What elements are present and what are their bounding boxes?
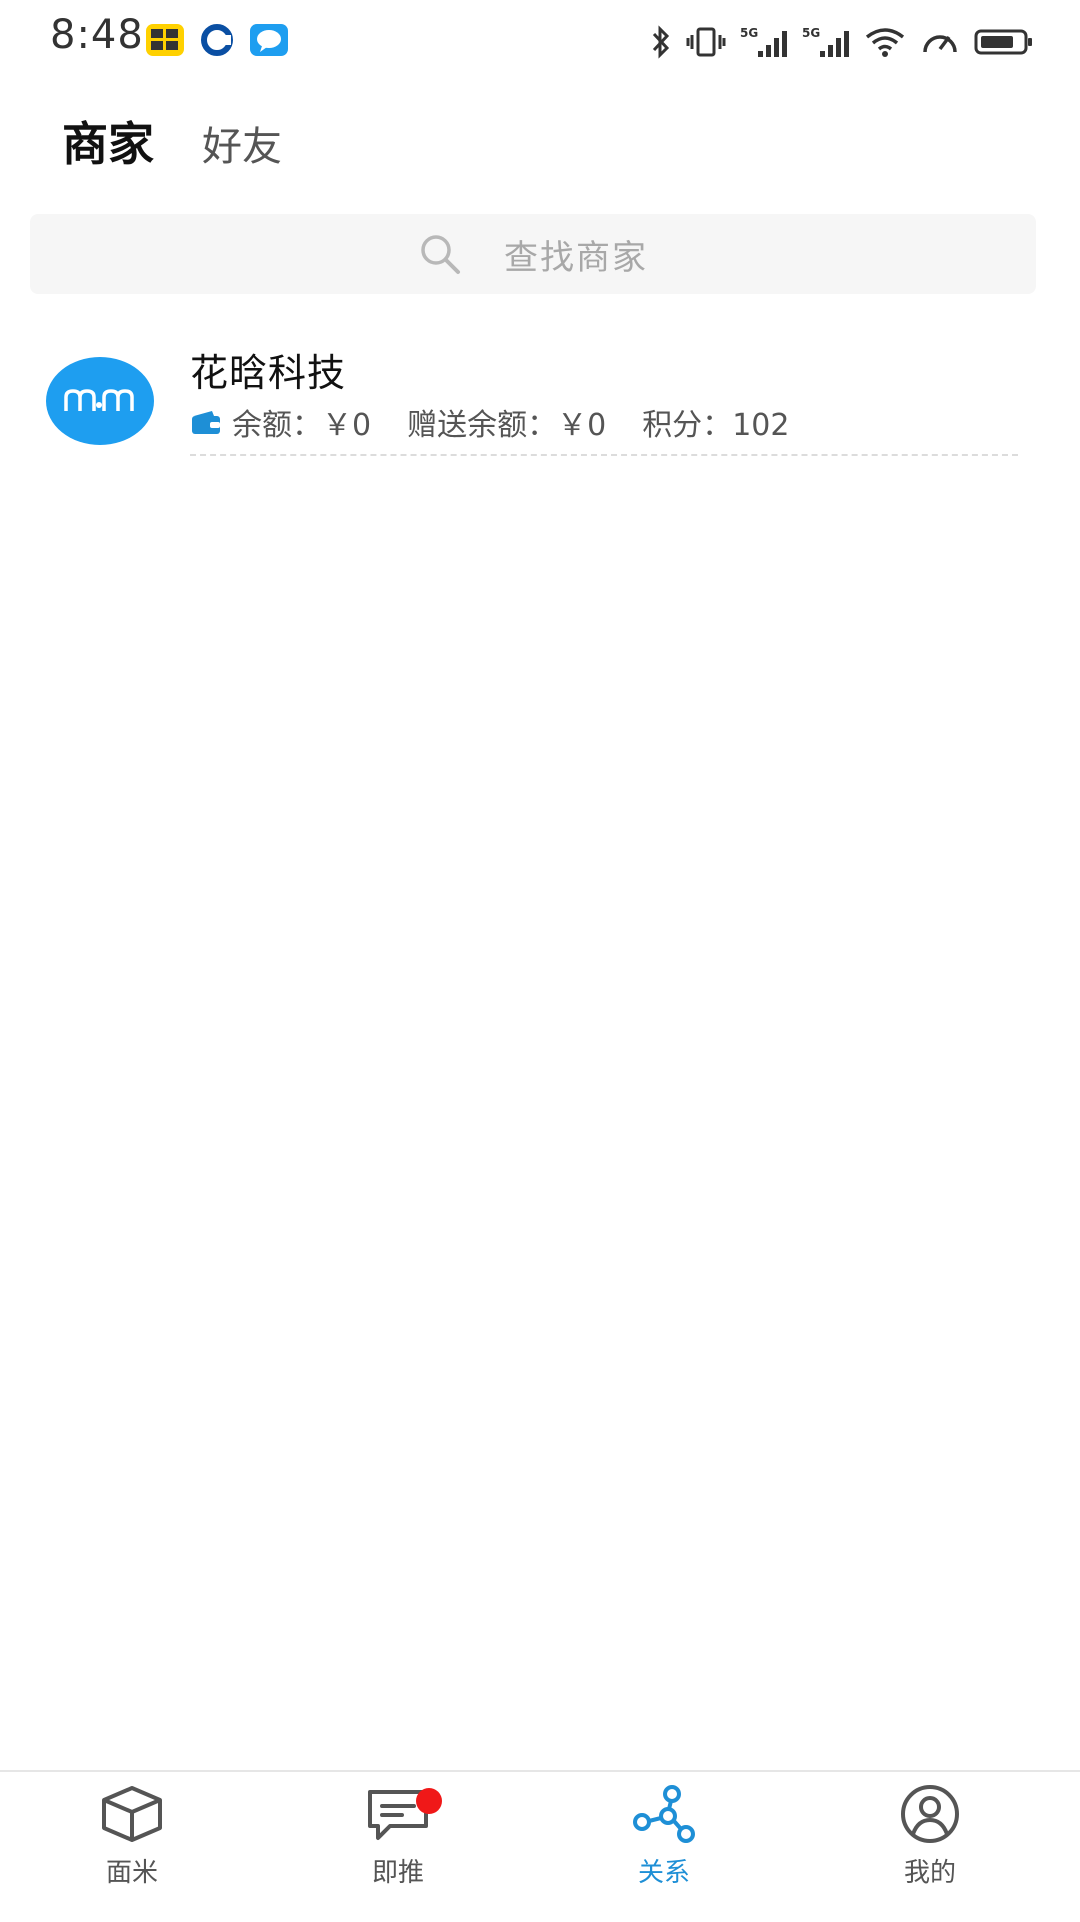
message-app-icon bbox=[250, 24, 288, 56]
nav-label: 关系 bbox=[637, 1858, 690, 1888]
merchant-avatar bbox=[46, 357, 154, 445]
search-placeholder: 查找商家 bbox=[504, 237, 648, 278]
merchant-name: 花晗科技 bbox=[190, 351, 347, 395]
svg-text:5G: 5G bbox=[802, 26, 820, 40]
top-tabs: 商家 好友 bbox=[62, 108, 282, 174]
nav-label: 即推 bbox=[371, 1858, 424, 1888]
points-value: 102 bbox=[732, 408, 790, 443]
tab-merchants[interactable]: 商家 bbox=[62, 108, 154, 174]
signal-5g-icon: 5G bbox=[740, 26, 787, 57]
row-divider bbox=[190, 454, 1018, 456]
status-bar: 8:48 5G 5G bbox=[0, 0, 1080, 82]
nav-label: 我的 bbox=[903, 1858, 956, 1888]
search-input[interactable]: 查找商家 bbox=[30, 214, 1036, 294]
svg-text:5G: 5G bbox=[740, 26, 758, 40]
speedometer-icon bbox=[923, 35, 957, 53]
vibrate-icon bbox=[686, 27, 726, 57]
merchant-list-item[interactable]: 花晗科技 余额：￥0 赠送余额：￥0 积分：102 bbox=[0, 330, 1080, 460]
gift-balance-value: ￥0 bbox=[557, 408, 607, 443]
tab-friends[interactable]: 好友 bbox=[202, 114, 282, 174]
wallet-icon bbox=[192, 411, 220, 434]
bottom-nav: 面米 即推 关系 我的 bbox=[0, 1770, 1080, 1922]
balance-label: 余额： bbox=[232, 408, 322, 443]
gift-balance-info: 赠送余额：￥0 bbox=[407, 400, 606, 444]
nav-label: 面米 bbox=[105, 1858, 158, 1888]
balance-value: ￥0 bbox=[322, 408, 372, 443]
merchant-meta: 余额：￥0 赠送余额：￥0 积分：102 bbox=[190, 400, 825, 444]
user-icon bbox=[901, 1785, 959, 1843]
status-time: 8:48 bbox=[50, 12, 144, 58]
signal-5g-icon: 5G bbox=[802, 26, 849, 57]
notification-badge bbox=[416, 1788, 442, 1814]
nav-item-jitui[interactable]: 即推 bbox=[318, 1782, 478, 1912]
bluetooth-icon bbox=[652, 25, 670, 59]
search-icon bbox=[421, 235, 460, 274]
status-icons: 5G 5G bbox=[650, 22, 1034, 62]
nav-item-relations[interactable]: 关系 bbox=[584, 1782, 744, 1912]
balance-info: 余额：￥0 bbox=[232, 400, 371, 444]
points-info: 积分：102 bbox=[642, 400, 789, 444]
battery-icon bbox=[974, 29, 1032, 55]
ccb-app-icon bbox=[198, 24, 236, 56]
nav-item-mine[interactable]: 我的 bbox=[850, 1782, 1010, 1912]
merchant-logo-icon bbox=[64, 389, 134, 411]
meituan-app-icon bbox=[146, 24, 184, 56]
network-icon bbox=[633, 1785, 695, 1843]
nav-item-mianmi[interactable]: 面米 bbox=[52, 1782, 212, 1912]
points-label: 积分： bbox=[642, 408, 733, 443]
box-icon bbox=[102, 1786, 162, 1842]
gift-balance-label: 赠送余额： bbox=[407, 408, 558, 443]
wifi-icon bbox=[865, 28, 905, 57]
